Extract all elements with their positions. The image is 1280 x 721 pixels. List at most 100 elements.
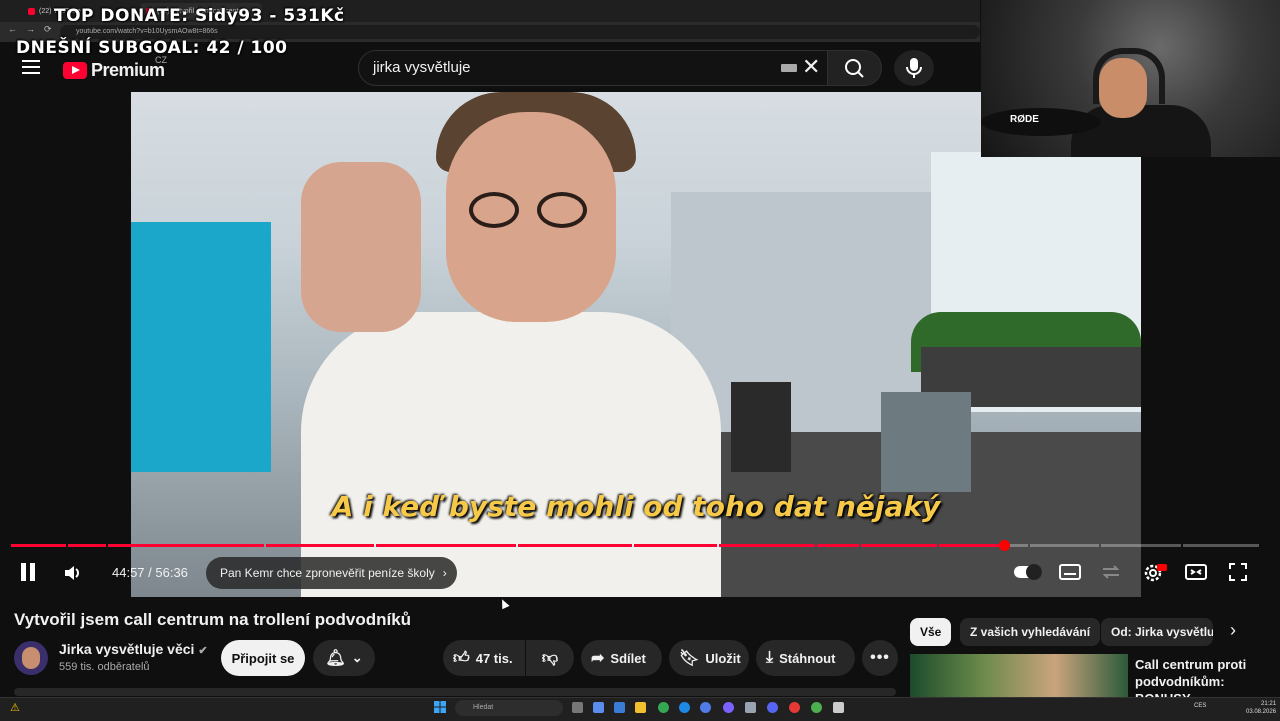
app-icon[interactable] bbox=[789, 702, 800, 713]
webcam-element bbox=[981, 108, 1101, 136]
windows-start-icon[interactable] bbox=[434, 700, 446, 713]
video-frame-element bbox=[301, 162, 421, 332]
app-icon[interactable] bbox=[833, 702, 844, 713]
discord-icon[interactable] bbox=[767, 702, 778, 713]
mic-brand-label: RØDE bbox=[1010, 114, 1039, 125]
autoplay-toggle[interactable] bbox=[1014, 564, 1042, 580]
volume-icon bbox=[65, 566, 79, 580]
chapter-title: Pan Kemr chce zpronevěřit peníze školy bbox=[220, 566, 435, 580]
more-actions-button[interactable]: ••• bbox=[862, 640, 898, 676]
voice-search-button[interactable] bbox=[894, 50, 934, 86]
language-indicator[interactable]: CES bbox=[1194, 703, 1206, 709]
app-icon[interactable] bbox=[614, 702, 625, 713]
chrome-icon[interactable] bbox=[658, 702, 669, 713]
progress-chapter-segment[interactable] bbox=[108, 544, 264, 547]
progress-chapter-segment[interactable] bbox=[266, 544, 374, 547]
app-icon[interactable] bbox=[811, 702, 822, 713]
taskbar-search[interactable]: Hledat bbox=[455, 700, 563, 716]
file-explorer-icon[interactable] bbox=[635, 702, 646, 713]
chip-from-channel[interactable]: Od: Jirka vysvětlu bbox=[1101, 618, 1213, 646]
webcam-element bbox=[1093, 48, 1165, 104]
theater-icon bbox=[1185, 564, 1207, 580]
download-button[interactable]: ⤓ Stáhnout bbox=[756, 640, 855, 676]
forward-icon[interactable]: → bbox=[26, 24, 35, 34]
video-subtitle: A i keď byste mohli od toho dat nějaký bbox=[331, 490, 941, 523]
chevron-right-icon[interactable]: › bbox=[1230, 620, 1236, 641]
pause-button[interactable] bbox=[20, 563, 36, 581]
edge-icon[interactable] bbox=[679, 702, 690, 713]
microphone-icon bbox=[906, 58, 922, 78]
youtube-logo-icon bbox=[63, 62, 87, 79]
bell-icon: 🔔︎ bbox=[325, 650, 346, 667]
scrubber-handle[interactable] bbox=[999, 540, 1010, 551]
country-code: CZ bbox=[155, 55, 167, 65]
settings-button[interactable] bbox=[1143, 562, 1167, 582]
search-icon bbox=[845, 59, 864, 78]
progress-chapter-segment[interactable] bbox=[518, 544, 632, 547]
progress-chapter-segment[interactable] bbox=[68, 544, 106, 547]
notifications-button[interactable]: 🔔︎ ⌄ bbox=[313, 640, 375, 676]
clear-search-icon[interactable]: ✕ bbox=[802, 56, 820, 78]
description-box[interactable] bbox=[14, 688, 896, 696]
webcam-overlay bbox=[981, 0, 1280, 157]
mouse-cursor-icon bbox=[498, 597, 510, 610]
progress-chapter-segment[interactable] bbox=[939, 544, 1028, 547]
progress-chapter-segment[interactable] bbox=[861, 544, 937, 547]
save-button[interactable]: 🔖︎ Uložit bbox=[669, 640, 749, 676]
gear-icon bbox=[1144, 564, 1167, 582]
widgets-icon[interactable] bbox=[593, 702, 604, 713]
video-frame-element bbox=[301, 312, 721, 597]
search-input[interactable]: jirka vysvětluje bbox=[358, 50, 828, 86]
chip-from-searches[interactable]: Z vašich vyhledávání bbox=[960, 618, 1101, 646]
youtube-premium-logo[interactable]: Premium bbox=[63, 60, 165, 81]
menu-icon[interactable] bbox=[22, 60, 40, 74]
progress-chapter-segment[interactable] bbox=[634, 544, 717, 547]
video-progress-bar[interactable] bbox=[11, 544, 1261, 547]
steam-icon[interactable] bbox=[745, 702, 756, 713]
download-icon: ⤓ bbox=[766, 649, 774, 666]
reload-icon[interactable]: ⟳ bbox=[44, 24, 52, 35]
progress-chapter-segment[interactable] bbox=[817, 544, 859, 547]
subscriber-count: 559 tis. odběratelů bbox=[59, 661, 150, 673]
progress-chapter-segment[interactable] bbox=[1183, 544, 1259, 547]
video-frame-element bbox=[731, 382, 791, 472]
warning-icon[interactable]: ⚠ bbox=[10, 701, 20, 714]
recommended-thumbnail[interactable] bbox=[910, 654, 1128, 699]
progress-chapter-segment[interactable] bbox=[719, 544, 815, 547]
miniplayer-button[interactable] bbox=[1100, 562, 1122, 582]
progress-chapter-segment[interactable] bbox=[1030, 544, 1099, 547]
chip-all[interactable]: Vše bbox=[910, 618, 952, 646]
progress-chapter-segment[interactable] bbox=[11, 544, 66, 547]
time-display: 44:57 / 56:36 bbox=[112, 565, 188, 580]
back-icon[interactable]: ← bbox=[8, 24, 17, 34]
progress-chapter-segment[interactable] bbox=[376, 544, 516, 547]
task-view-icon[interactable] bbox=[572, 702, 583, 713]
subgoal-overlay: DNEŠNÍ SUBGOAL: 42 / 100 bbox=[16, 38, 288, 58]
dislike-button[interactable]: 👎︎ bbox=[526, 640, 574, 676]
share-icon: ➦ bbox=[591, 650, 605, 667]
fullscreen-icon bbox=[1229, 563, 1247, 581]
chevron-down-icon: ⌄ bbox=[351, 650, 363, 665]
volume-button[interactable] bbox=[63, 563, 83, 588]
bookmark-icon: 🔖︎ bbox=[679, 650, 700, 667]
fullscreen-button[interactable] bbox=[1228, 562, 1250, 582]
subtitles-button[interactable] bbox=[1059, 562, 1081, 582]
join-button[interactable]: Připojit se bbox=[221, 640, 305, 676]
search-button[interactable] bbox=[828, 50, 882, 86]
theater-mode-button[interactable] bbox=[1185, 562, 1207, 582]
taskbar-clock[interactable]: 21:21 03.08.2026 bbox=[1246, 700, 1276, 716]
more-icon: ••• bbox=[870, 649, 890, 666]
thumbs-down-icon: 👎︎ bbox=[541, 649, 559, 667]
share-button[interactable]: ➦ Sdílet bbox=[581, 640, 662, 676]
progress-chapter-segment[interactable] bbox=[1101, 544, 1181, 547]
youtube-favicon-icon bbox=[28, 7, 35, 15]
like-button[interactable]: 👍︎ 47 tis. bbox=[443, 640, 525, 676]
chapter-button[interactable]: Pan Kemr chce zpronevěřit peníze školy › bbox=[206, 557, 457, 589]
app-icon[interactable] bbox=[723, 702, 734, 713]
channel-name[interactable]: Jirka vysvětluje věci ✔ bbox=[59, 641, 208, 657]
channel-avatar[interactable] bbox=[14, 641, 48, 675]
top-donate-overlay: TOP DONATE: Sidy93 - 531Kč bbox=[54, 6, 345, 26]
app-icon[interactable] bbox=[700, 702, 711, 713]
keyboard-icon[interactable] bbox=[781, 64, 797, 72]
address-bar[interactable]: youtube.com/watch?v=b10UysmAOw8t=866s bbox=[60, 25, 980, 39]
